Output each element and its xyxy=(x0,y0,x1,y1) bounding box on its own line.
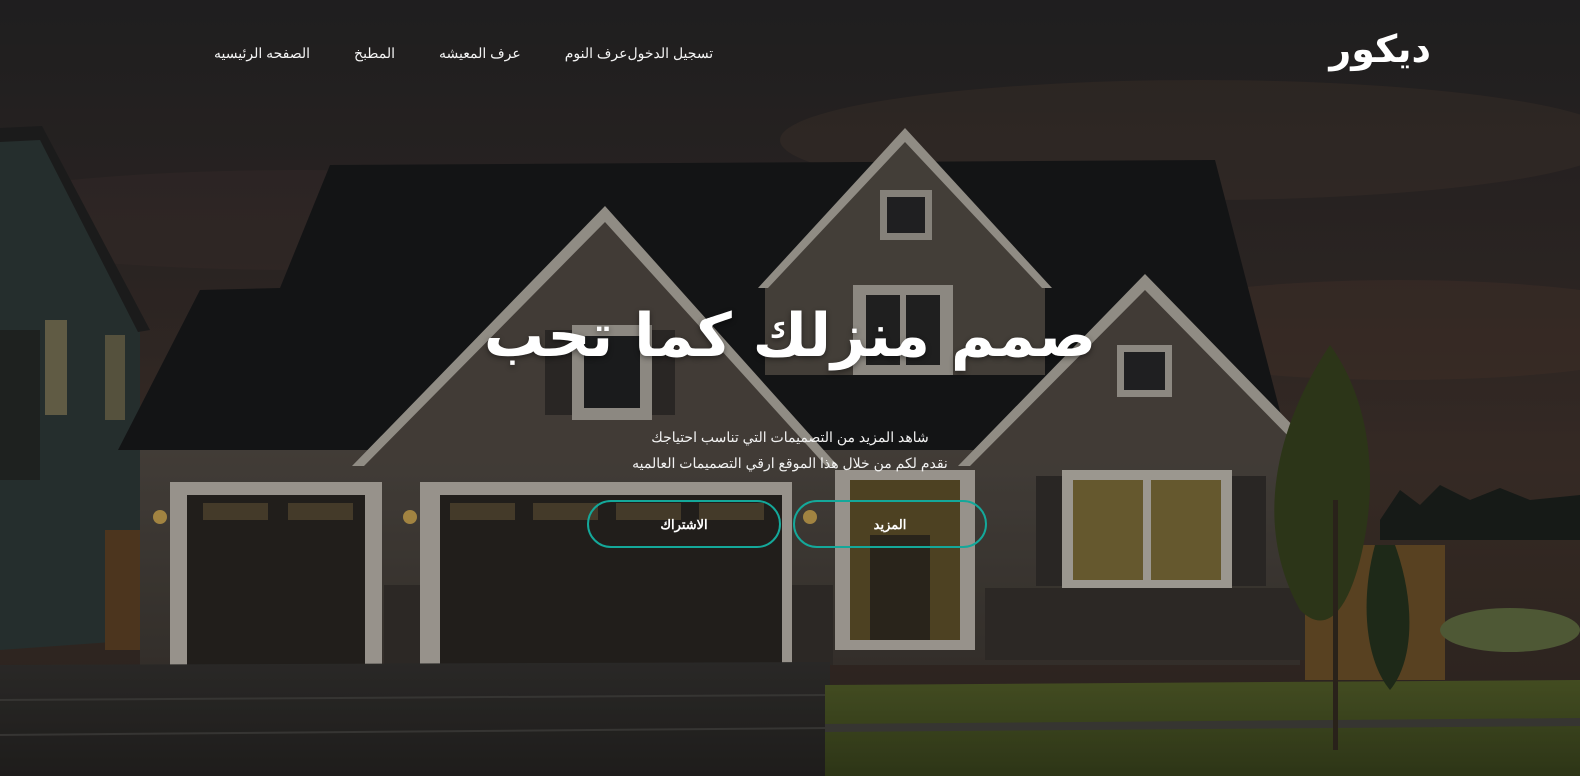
nav-item-login: تسجيل الدخول xyxy=(628,43,714,62)
nav-link-living-rooms[interactable]: عرف المعيشه xyxy=(439,45,521,62)
nav-item-home: الصفحه الرئيسيه xyxy=(214,43,310,62)
nav-link-login[interactable]: تسجيل الدخول xyxy=(628,45,714,62)
nav-link-kitchen[interactable]: المطبخ xyxy=(354,45,395,62)
nav-item-living-rooms: عرف المعيشه xyxy=(439,43,521,62)
brand-logo[interactable]: ديكور xyxy=(1329,27,1431,71)
hero-section: ديكور الصفحه الرئيسيه المطبخ عرف المعيشه… xyxy=(0,0,1580,776)
nav-item-bedrooms: عرف النوم xyxy=(565,43,628,62)
nav-link-home[interactable]: الصفحه الرئيسيه xyxy=(214,45,310,62)
nav-link-bedrooms[interactable]: عرف النوم xyxy=(565,45,628,62)
hero-buttons: الاشتراك المزيد xyxy=(587,500,993,552)
navbar: ديكور الصفحه الرئيسيه المطبخ عرف المعيشه… xyxy=(0,0,1580,104)
hero-subtitle-line-2: نقدم لكم من خلال هذا الموقع ارقي التصميم… xyxy=(632,455,948,471)
hero-subtitle-line-1: شاهد المزيد من التصميمات التي تناسب احتي… xyxy=(651,429,929,445)
nav-menu: الصفحه الرئيسيه المطبخ عرف المعيشه عرف ا… xyxy=(170,43,713,62)
nav-item-kitchen: المطبخ xyxy=(354,43,395,62)
more-button[interactable]: المزيد xyxy=(793,500,987,548)
hero-headline: صمم منزلك كما تحب xyxy=(483,301,1097,371)
hero-content: صمم منزلك كما تحب شاهد المزيد من التصميم… xyxy=(0,300,1580,476)
subscribe-button[interactable]: الاشتراك xyxy=(587,500,781,548)
